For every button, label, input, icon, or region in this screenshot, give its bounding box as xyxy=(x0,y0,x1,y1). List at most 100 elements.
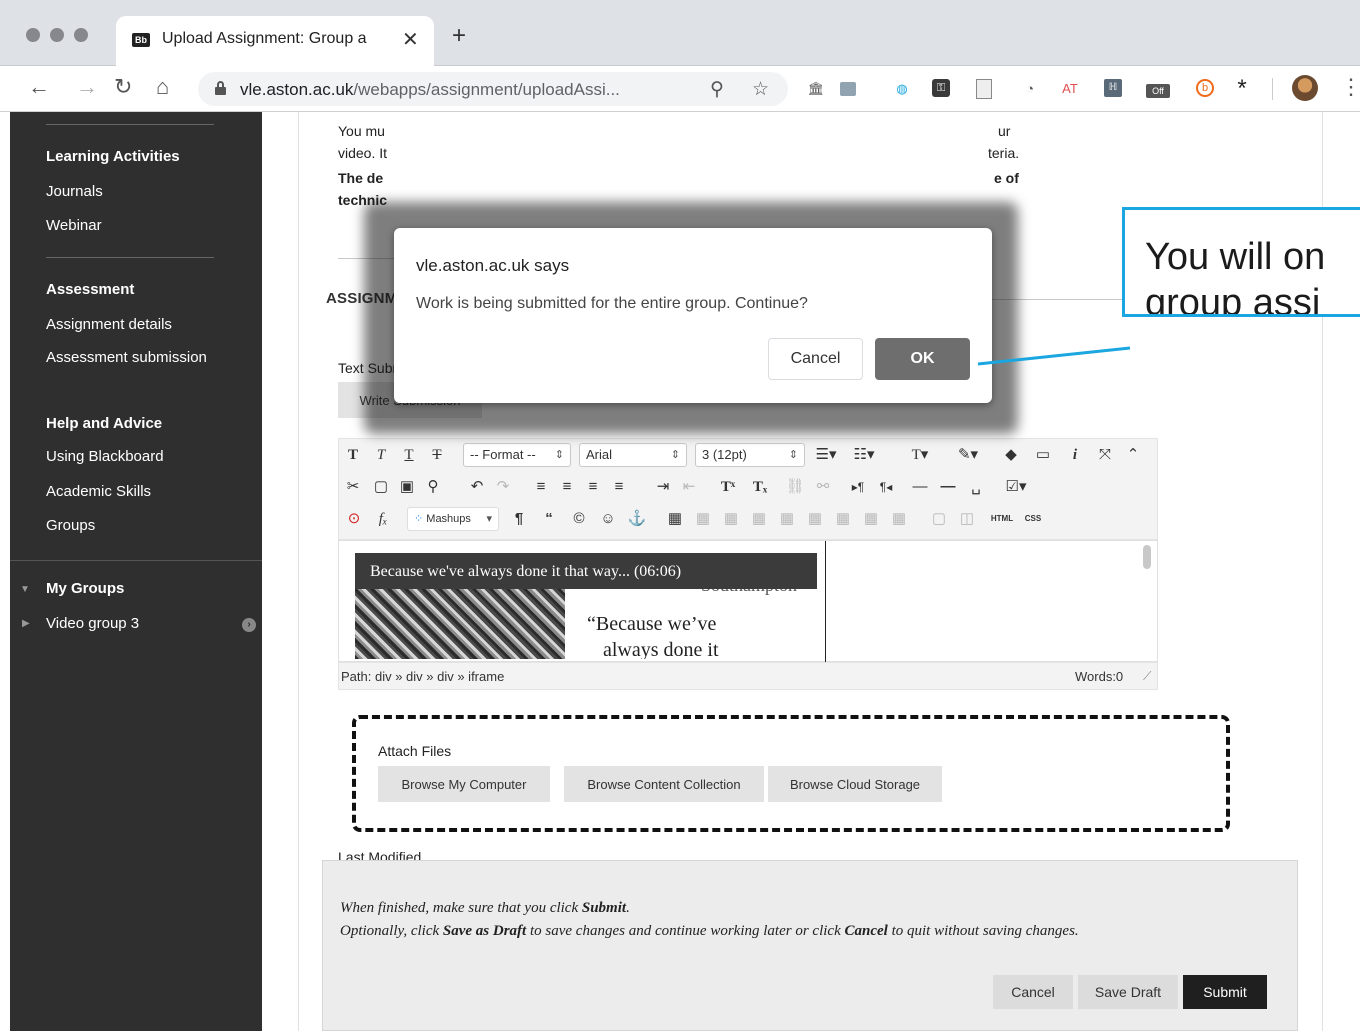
align-justify-icon[interactable]: ≡ xyxy=(609,475,629,499)
align-right-icon[interactable]: ≡ xyxy=(583,475,603,499)
font-size-select[interactable]: 3 (12pt) ⇕ xyxy=(695,443,805,467)
info-icon[interactable]: i xyxy=(1065,443,1085,467)
nonbreaking-space-icon[interactable]: ␣ xyxy=(965,475,987,499)
browser-menu-icon[interactable]: ⋮ xyxy=(1340,74,1360,100)
preview-icon[interactable]: ▭ xyxy=(1033,443,1053,467)
browse-content-collection-button[interactable]: Browse Content Collection xyxy=(564,766,764,802)
css-icon[interactable]: CSS xyxy=(1021,507,1045,531)
extension-asterisk-icon[interactable]: * xyxy=(1232,77,1252,101)
copyright-icon[interactable]: © xyxy=(569,507,589,531)
dialog-cancel-button[interactable]: Cancel xyxy=(768,338,863,380)
find-icon[interactable]: ⚲ xyxy=(423,475,443,499)
forward-arrow-icon[interactable]: → xyxy=(76,75,98,99)
table-split-icon[interactable]: ▦ xyxy=(805,507,825,531)
group-item-video-group-3[interactable]: Video group 3 xyxy=(46,615,139,632)
thick-rule-icon[interactable]: — xyxy=(937,475,959,499)
embedded-video[interactable]: Southampton Because we've always done it… xyxy=(355,553,817,659)
anchor-icon[interactable]: ⚓ xyxy=(627,507,647,531)
profile-avatar[interactable] xyxy=(1292,75,1318,101)
editor-scrollbar[interactable] xyxy=(1143,545,1151,569)
save-draft-button[interactable]: Save Draft xyxy=(1078,975,1178,1009)
copy-icon[interactable]: ▢ xyxy=(371,475,391,499)
submit-button[interactable]: Submit xyxy=(1183,975,1267,1009)
html-source-icon[interactable]: HTML xyxy=(987,507,1017,531)
extension-circle-icon[interactable]: ◔ xyxy=(1020,79,1040,99)
window-close-dot[interactable] xyxy=(26,28,40,42)
back-arrow-icon[interactable]: ← xyxy=(28,75,50,99)
sidebar-item-groups[interactable]: Groups xyxy=(46,517,95,534)
bookmark-star-icon[interactable]: ☆ xyxy=(752,78,769,101)
sidebar-item-academic-skills[interactable]: Academic Skills xyxy=(46,483,151,500)
superscript-icon[interactable]: Tˣ xyxy=(717,475,739,499)
extension-flag-icon[interactable] xyxy=(840,82,856,96)
subscript-icon[interactable]: Tₓ xyxy=(749,475,771,499)
collapse-toolbar-icon[interactable]: ⌃ xyxy=(1123,443,1143,467)
border-icon[interactable]: ▢ xyxy=(929,507,949,531)
ltr-direction-icon[interactable]: ▸¶ xyxy=(847,475,869,499)
strikethrough-text-icon[interactable]: T xyxy=(427,443,447,467)
align-left-icon[interactable]: ≡ xyxy=(531,475,551,499)
eraser-icon[interactable]: ◆ xyxy=(1001,443,1021,467)
extension-key-icon[interactable]: ⚿ xyxy=(932,79,950,97)
table-props-icon[interactable]: ▦ xyxy=(861,507,881,531)
emoticon-icon[interactable]: ☺ xyxy=(597,507,619,531)
italic-text-icon[interactable]: T xyxy=(371,443,391,467)
table-cell-props-icon[interactable]: ▦ xyxy=(889,507,909,531)
paste-icon[interactable]: ▣ xyxy=(397,475,417,499)
browser-tab-active[interactable]: Bb Upload Assignment: Group ass ✕ xyxy=(116,16,434,66)
extension-bank-icon[interactable]: 🏛 xyxy=(806,79,826,99)
font-family-select[interactable]: Arial ⇕ xyxy=(579,443,687,467)
numbered-list-icon[interactable]: ☷▾ xyxy=(849,443,879,467)
highlight-pen-icon[interactable]: ✎▾ xyxy=(953,443,983,467)
zoom-magnifier-icon[interactable]: ⚲ xyxy=(710,78,724,101)
home-icon[interactable]: ⌂ xyxy=(156,75,169,99)
outdent-icon[interactable]: ⇤ xyxy=(679,475,699,499)
sidebar-item-using-blackboard[interactable]: Using Blackboard xyxy=(46,448,164,465)
extension-off-badge-icon[interactable]: Off xyxy=(1146,84,1170,98)
format-select[interactable]: -- Format -- ⇕ xyxy=(463,443,571,467)
window-zoom-dot[interactable] xyxy=(74,28,88,42)
insert-table-icon[interactable]: ▦ xyxy=(665,507,685,531)
editor-content-area[interactable]: Southampton Because we've always done it… xyxy=(338,540,1158,663)
blockquote-icon[interactable]: “ xyxy=(539,507,559,531)
columns-icon[interactable]: ◫ xyxy=(957,507,977,531)
bullet-list-icon[interactable]: ☰▾ xyxy=(811,443,841,467)
indent-icon[interactable]: ⇥ xyxy=(653,475,673,499)
sidebar-item-webinar[interactable]: Webinar xyxy=(46,217,102,234)
resize-handle-icon[interactable]: ⟋ xyxy=(1143,669,1151,684)
group-options-arrow-icon[interactable]: › xyxy=(242,618,256,632)
table-cell-icon[interactable]: ▦ xyxy=(749,507,769,531)
sidebar-item-assignment-details[interactable]: Assignment details xyxy=(46,316,172,333)
formula-icon[interactable]: fₓ xyxy=(371,507,395,531)
dialog-ok-button[interactable]: OK xyxy=(875,338,970,380)
paragraph-icon[interactable]: ¶ xyxy=(509,507,529,531)
close-tab-icon[interactable]: ✕ xyxy=(402,27,419,52)
sidebar-item-assessment-submission[interactable]: Assessment submission xyxy=(46,349,207,366)
bold-text-icon[interactable]: T xyxy=(343,443,363,467)
table-merge-icon[interactable]: ▦ xyxy=(777,507,797,531)
new-tab-button[interactable]: + xyxy=(452,24,466,48)
underline-text-icon[interactable]: T xyxy=(399,443,419,467)
collapse-triangle-icon[interactable]: ▼ xyxy=(20,584,30,595)
link-icon[interactable]: ⛓ xyxy=(785,475,805,499)
horizontal-rule-icon[interactable]: — xyxy=(909,475,931,499)
spellcheck-icon[interactable]: ☑▾ xyxy=(999,475,1033,499)
extension-globe-icon[interactable]: ◍ xyxy=(892,79,912,99)
rtl-direction-icon[interactable]: ¶◂ xyxy=(875,475,897,499)
align-center-icon[interactable]: ≡ xyxy=(557,475,577,499)
cut-icon[interactable]: ✂ xyxy=(343,475,363,499)
browse-my-computer-button[interactable]: Browse My Computer xyxy=(378,766,550,802)
url-text[interactable]: vle.aston.ac.uk/webapps/assignment/uploa… xyxy=(240,80,620,100)
cancel-button[interactable]: Cancel xyxy=(993,975,1073,1009)
unlink-icon[interactable]: ⚯ xyxy=(813,475,833,499)
table-row-icon[interactable]: ▦ xyxy=(693,507,713,531)
extension-at-icon[interactable]: AT xyxy=(1060,79,1080,99)
browse-cloud-storage-button[interactable]: Browse Cloud Storage xyxy=(768,766,942,802)
undo-icon[interactable]: ↶ xyxy=(467,475,487,499)
extension-b-icon[interactable]: b xyxy=(1196,79,1214,97)
redo-icon[interactable]: ↷ xyxy=(493,475,513,499)
mashups-menu[interactable]: ⁘ Mashups ▾ xyxy=(407,507,499,531)
expand-triangle-icon[interactable]: ▶ xyxy=(22,618,30,629)
extension-box-icon[interactable]: ℍ xyxy=(1104,79,1122,97)
reload-icon[interactable]: ↻ xyxy=(114,75,132,99)
